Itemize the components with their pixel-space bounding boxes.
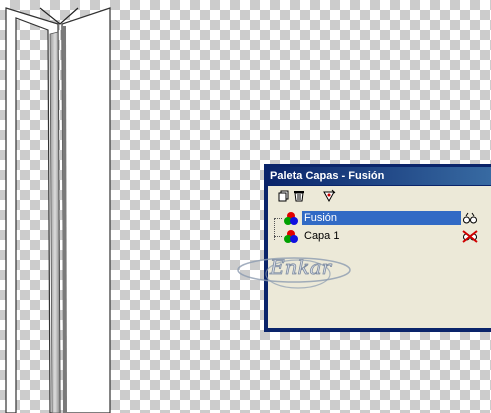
watermark-text: Enkar bbox=[269, 255, 333, 279]
palette-title: Paleta Capas - Fusión bbox=[270, 170, 385, 182]
watermark-logo: Enkar bbox=[237, 255, 351, 289]
delete-layer-icon[interactable] bbox=[292, 189, 306, 203]
palette-toolbar bbox=[268, 186, 491, 208]
new-layer-icon[interactable] bbox=[277, 189, 291, 203]
layer-properties-icon[interactable] bbox=[322, 189, 336, 203]
rgb-layer-icon bbox=[284, 212, 298, 225]
layer-row-fusion[interactable]: Fusión bbox=[272, 210, 491, 226]
visible-eye-icon[interactable] bbox=[462, 211, 478, 225]
tree-branch bbox=[274, 236, 282, 237]
palette-title-bar[interactable]: Paleta Capas - Fusión bbox=[267, 167, 491, 185]
tree-branch bbox=[274, 218, 282, 219]
hidden-eye-icon[interactable] bbox=[462, 229, 478, 243]
ribbon-right bbox=[61, 7, 111, 413]
ribbon-left bbox=[5, 7, 61, 413]
layer-name[interactable]: Fusión bbox=[302, 211, 461, 225]
